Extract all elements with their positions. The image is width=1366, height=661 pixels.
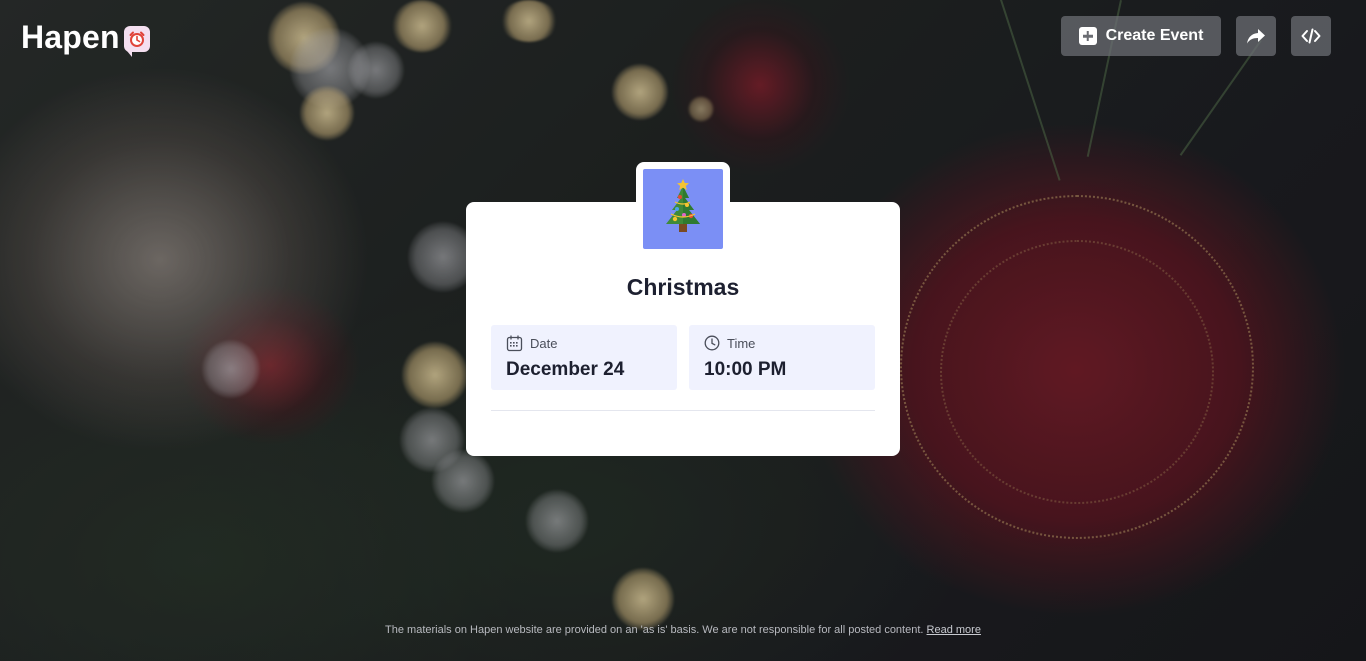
share-arrow-icon [1247,29,1265,44]
calendar-icon [506,334,523,351]
hapen-logo[interactable]: Hapen [21,18,150,57]
time-info-box: Time 10:00 PM [689,325,875,390]
christmas-tree-icon [666,179,700,232]
plus-square-icon [1078,27,1097,45]
disclaimer-text: The materials on Hapen website are provi… [385,624,924,636]
read-more-link[interactable]: Read more [927,624,981,636]
event-page: Hapen Create Event Christmas Date Decemb… [0,0,1366,661]
event-title: Christmas [626,274,740,300]
share-button[interactable] [1236,16,1276,56]
card-divider [491,410,875,411]
code-embed-icon [1301,28,1321,44]
create-event-button[interactable]: Create Event [1061,16,1221,56]
event-emoji-frame [636,162,730,256]
time-label-row: Time [704,335,875,351]
event-info-row: Date December 24 Time 10:00 PM [491,325,875,390]
create-event-label: Create Event [1105,27,1204,44]
embed-code-button[interactable] [1291,16,1331,56]
date-info-box: Date December 24 [491,325,677,390]
header-actions: Create Event [1061,16,1331,56]
date-label-row: Date [506,334,677,351]
event-emoji-tile [643,169,723,249]
logo-text: Hapen [21,19,120,55]
time-label: Time [727,335,756,351]
alarm-clock-icon [123,25,150,57]
disclaimer-footer: The materials on Hapen website are provi… [0,624,1366,636]
date-label: Date [530,335,558,351]
time-value: 10:00 PM [704,359,787,380]
date-value: December 24 [506,359,625,380]
clock-icon [704,335,720,351]
